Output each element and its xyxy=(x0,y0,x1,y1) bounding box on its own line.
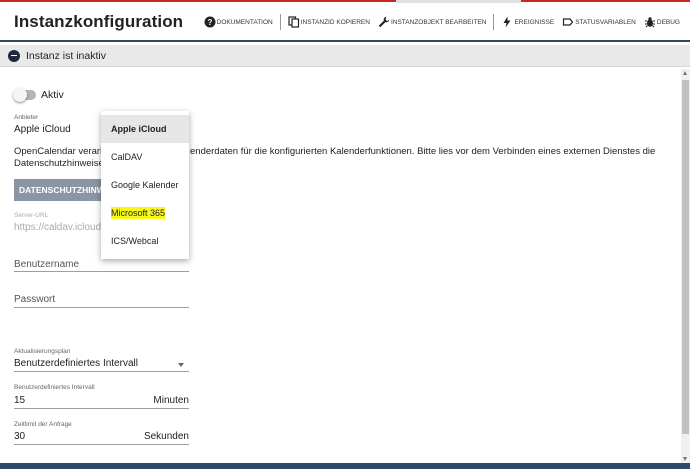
request-timeout-label: Zeitlimit der Anfrage xyxy=(14,421,72,428)
option-label: Google Kalender xyxy=(111,180,179,190)
toggle-knob xyxy=(13,88,27,102)
top-strip-red xyxy=(0,0,690,2)
option-label: Microsoft 365 xyxy=(111,207,166,219)
server-url-field[interactable]: https://caldav.icloud.c xyxy=(14,222,109,233)
provider-label: Anbieter xyxy=(14,114,39,121)
privacy-button[interactable]: DATENSCHUTZHINW xyxy=(14,179,114,201)
description-right: enderdaten für die konfigurierten Kalend… xyxy=(190,146,656,157)
option-label: Apple iCloud xyxy=(111,124,167,134)
dropdown-option-apple-icloud[interactable]: Apple iCloud xyxy=(101,115,189,143)
toolbar: ? Dokumentation Instanzid kopieren Insta… xyxy=(200,14,684,30)
scrollbar-thumb[interactable] xyxy=(682,80,689,434)
events-label: Ereignisse xyxy=(514,18,555,26)
scrollbar[interactable] xyxy=(681,69,690,463)
description-left: OpenCalendar verarb xyxy=(14,146,106,157)
update-plan-select[interactable]: Benutzerdefiniertes Intervall xyxy=(14,358,138,369)
events-button[interactable]: Ereignisse xyxy=(497,16,558,28)
custom-interval-unit: Minuten xyxy=(153,395,189,406)
status-variables-label: Statusvariablen xyxy=(575,18,636,26)
password-underline xyxy=(14,307,189,308)
bug-icon xyxy=(644,17,655,28)
request-timeout-unit: Sekunden xyxy=(143,431,189,442)
debug-label: Debug xyxy=(656,18,680,26)
custom-interval-label: Benutzerdefiniertes Intervall xyxy=(14,384,95,391)
edit-instance-object-label: Instanzobjekt bearbeiten xyxy=(390,18,487,26)
section-header[interactable]: Instanz ist inaktiv xyxy=(0,45,690,67)
scroll-up-icon[interactable] xyxy=(683,71,687,75)
section-label: Instanz ist inaktiv xyxy=(26,49,106,62)
copy-instance-id-button[interactable]: Instanzid kopieren xyxy=(284,16,374,28)
update-plan-underline xyxy=(14,371,189,372)
custom-interval-input[interactable]: 15 xyxy=(14,395,25,406)
help-icon: ? xyxy=(204,16,216,28)
documentation-label: Dokumentation xyxy=(216,18,273,26)
collapse-icon[interactable] xyxy=(8,49,20,62)
header-divider xyxy=(0,40,690,42)
lightning-icon xyxy=(503,16,511,28)
dropdown-option-google-kalender[interactable]: Google Kalender xyxy=(101,171,189,199)
custom-interval-underline xyxy=(14,408,189,409)
debug-button[interactable]: Debug xyxy=(640,16,684,28)
dropdown-option-microsoft-365[interactable]: Microsoft 365 xyxy=(101,199,189,227)
username-underline xyxy=(14,271,189,272)
active-label: Aktiv xyxy=(41,89,64,101)
copy-instance-id-label: Instanzid kopieren xyxy=(300,18,370,26)
provider-select-value[interactable]: Apple iCloud xyxy=(14,124,71,135)
update-plan-label: Aktualisierungsplan xyxy=(14,348,71,355)
chevron-down-icon[interactable] xyxy=(178,363,184,367)
active-toggle[interactable] xyxy=(13,88,36,102)
status-variables-button[interactable]: Statusvariablen xyxy=(558,16,640,28)
password-field[interactable]: Passwort xyxy=(14,294,55,305)
dropdown-option-ics-webcal[interactable]: ICS/Webcal xyxy=(101,227,189,255)
description-line2: Datenschutzhinweise xyxy=(14,158,104,169)
scroll-down-icon[interactable] xyxy=(683,457,687,461)
wrench-icon xyxy=(378,16,390,28)
username-field[interactable]: Benutzername xyxy=(14,259,79,270)
edit-instance-object-button[interactable]: Instanzobjekt bearbeiten xyxy=(374,16,490,28)
footer-bar xyxy=(0,463,690,469)
app-header: Instanzkonfiguration ? Dokumentation Ins… xyxy=(0,4,690,40)
dropdown-option-caldav[interactable]: CalDAV xyxy=(101,143,189,171)
request-timeout-input[interactable]: 30 xyxy=(14,431,25,442)
server-url-label: Server-URL xyxy=(14,212,49,219)
option-label: CalDAV xyxy=(111,152,143,162)
documentation-button[interactable]: ? Dokumentation xyxy=(200,16,277,28)
top-strip-gap xyxy=(396,0,521,3)
copy-icon xyxy=(288,16,299,28)
provider-dropdown-menu: Apple iCloud CalDAV Google Kalender Micr… xyxy=(101,111,189,259)
svg-text:?: ? xyxy=(207,18,212,27)
request-timeout-underline xyxy=(14,444,189,445)
label-icon xyxy=(563,18,574,26)
page-title: Instanzkonfiguration xyxy=(14,12,184,31)
toolbar-divider xyxy=(493,14,495,30)
toolbar-divider xyxy=(279,14,281,30)
option-label: ICS/Webcal xyxy=(111,236,159,246)
